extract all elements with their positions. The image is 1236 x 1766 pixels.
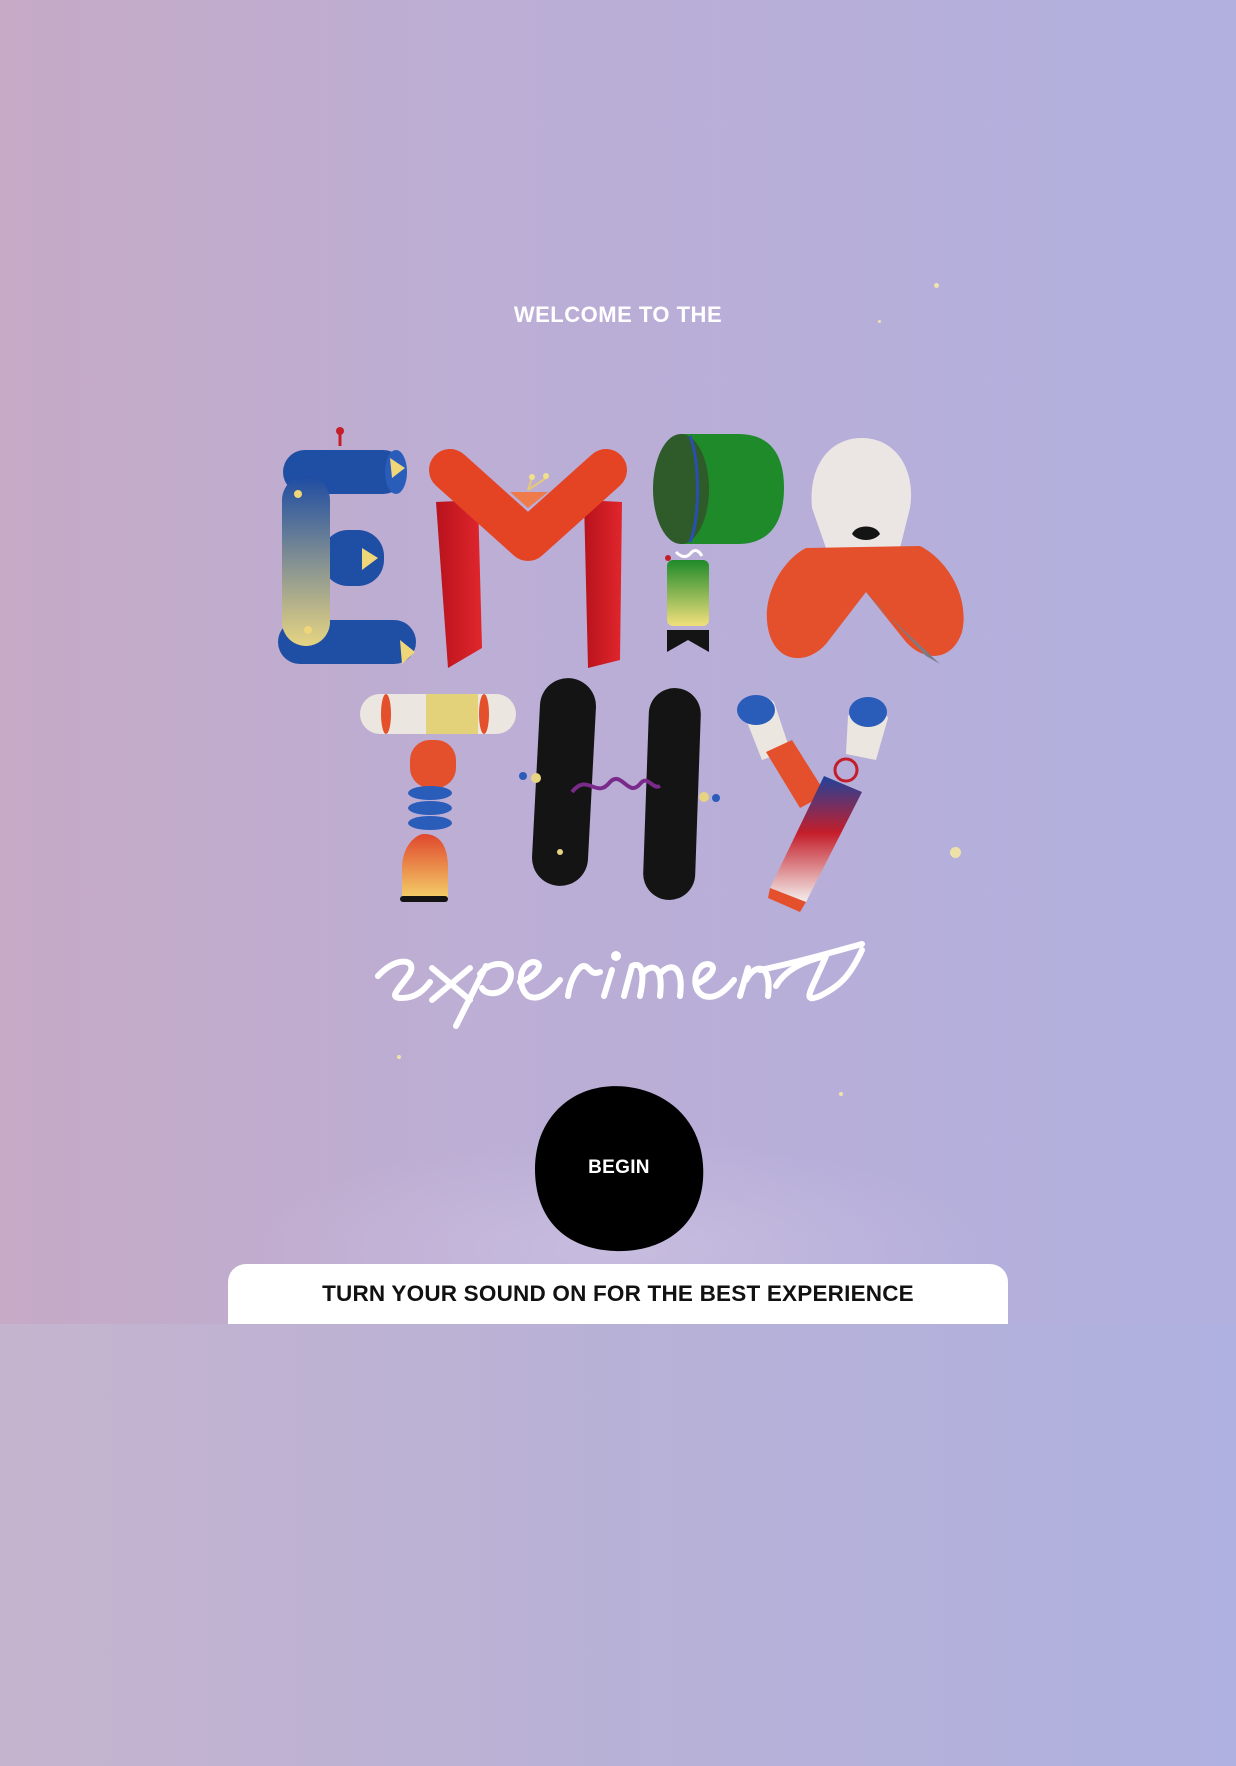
letter-a — [766, 438, 964, 664]
letter-t — [360, 694, 516, 902]
floating-particle — [950, 847, 961, 858]
letter-p — [653, 434, 784, 652]
sound-notice-text: TURN YOUR SOUND ON FOR THE BEST EXPERIEN… — [322, 1281, 914, 1306]
experiment-script — [375, 941, 865, 1029]
floating-particle — [878, 320, 881, 323]
letter-y — [737, 695, 888, 912]
begin-label: BEGIN — [588, 1157, 650, 1178]
begin-button[interactable]: BEGIN — [533, 1083, 705, 1253]
floating-particle — [839, 1092, 843, 1096]
floating-particle — [397, 1055, 401, 1059]
letter-h — [519, 678, 720, 900]
floating-particle — [934, 283, 939, 288]
sound-notice-banner: TURN YOUR SOUND ON FOR THE BEST EXPERIEN… — [228, 1264, 1008, 1324]
letter-e — [278, 427, 416, 664]
letter-m — [429, 449, 627, 668]
